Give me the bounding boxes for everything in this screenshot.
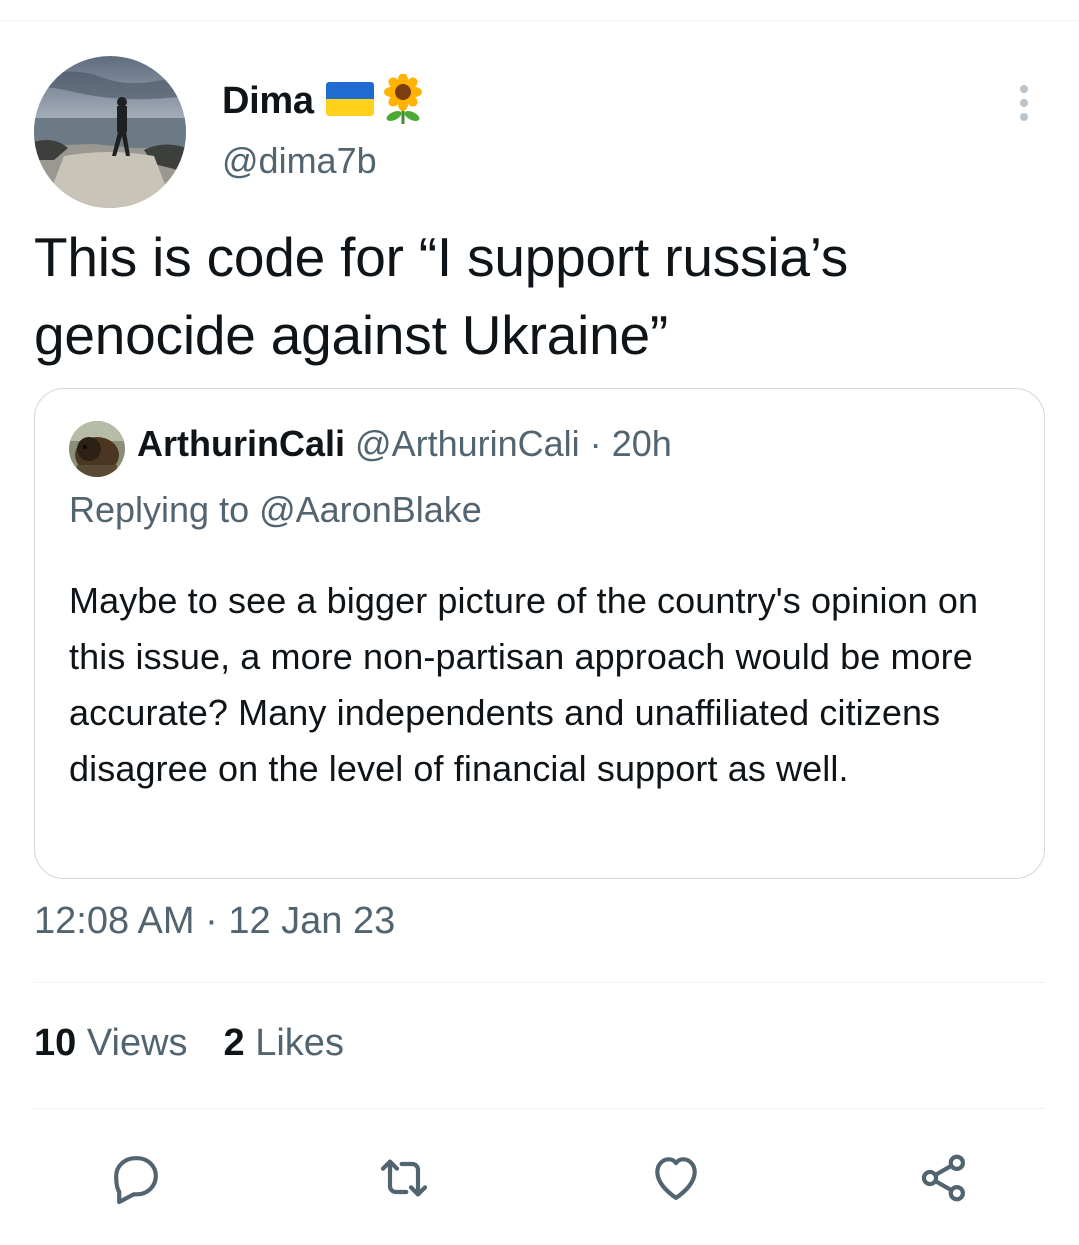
quoted-display-name[interactable]: ArthurinCali bbox=[137, 423, 345, 464]
tweet-actions-bar bbox=[0, 1150, 1079, 1206]
author-avatar[interactable] bbox=[34, 56, 186, 208]
quoted-handle[interactable]: @ArthurinCali bbox=[355, 423, 580, 464]
top-divider bbox=[0, 20, 1079, 21]
more-options-icon[interactable] bbox=[1014, 84, 1034, 122]
tweet-stats: 10 Views 2 Likes bbox=[34, 1022, 344, 1065]
quoted-time[interactable]: 20h bbox=[612, 423, 672, 464]
ukraine-flag-icon bbox=[325, 82, 374, 121]
tweet-timestamp[interactable]: 12:08 AM · 12 Jan 23 bbox=[34, 900, 395, 943]
sunflower-icon bbox=[380, 73, 426, 129]
stats-top-divider bbox=[34, 982, 1045, 983]
author-display-name[interactable]: Dima bbox=[222, 80, 314, 123]
views-count: 10 bbox=[34, 1022, 77, 1064]
views-stat[interactable]: 10 Views bbox=[34, 1022, 188, 1065]
likes-stat[interactable]: 2 Likes bbox=[224, 1022, 344, 1065]
quoted-separator-dot: · bbox=[589, 423, 602, 464]
author-handle[interactable]: @dima7b bbox=[222, 140, 377, 182]
quoted-header: ArthurinCali @ArthurinCali · 20h bbox=[137, 423, 672, 465]
like-icon[interactable] bbox=[648, 1150, 704, 1206]
quoted-tweet-text: Maybe to see a bigger picture of the cou… bbox=[69, 580, 979, 789]
tweet-detail-page: Dima @dima7b This is code for “I support… bbox=[0, 0, 1079, 1245]
tweet-text: This is code for “I support russia’s gen… bbox=[34, 226, 849, 366]
author-name-row[interactable]: Dima bbox=[222, 73, 426, 129]
views-label: Views bbox=[86, 1022, 188, 1064]
retweet-icon[interactable] bbox=[376, 1150, 432, 1206]
quoted-tweet-card[interactable]: ArthurinCali @ArthurinCali · 20h Replyin… bbox=[34, 388, 1045, 879]
likes-label: Likes bbox=[255, 1022, 344, 1064]
quoted-replying-to: Replying to @AaronBlake bbox=[69, 489, 482, 530]
actions-top-divider bbox=[34, 1108, 1045, 1109]
likes-count: 2 bbox=[223, 1022, 245, 1064]
reply-icon[interactable] bbox=[108, 1150, 164, 1206]
share-icon[interactable] bbox=[916, 1150, 972, 1206]
quoted-author-avatar[interactable] bbox=[69, 421, 125, 477]
